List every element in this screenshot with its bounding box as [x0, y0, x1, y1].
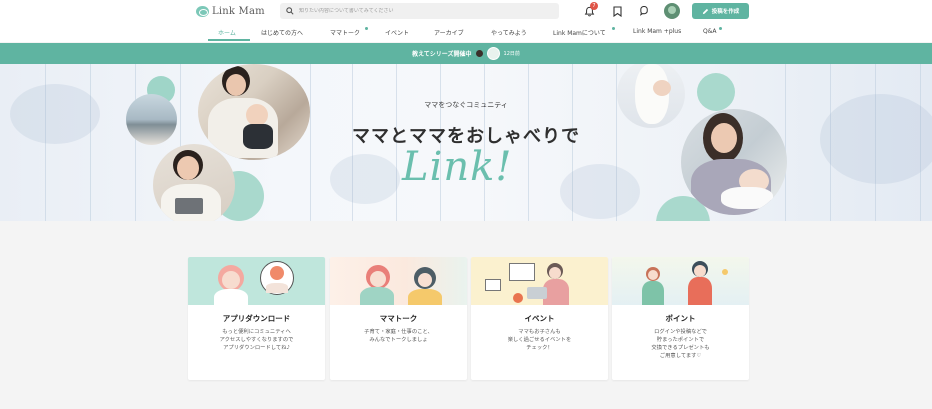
notification-button[interactable]: 7: [582, 2, 598, 18]
chat-icon: [639, 5, 648, 16]
pencil-icon: [702, 8, 708, 14]
logo-text: Link Mam: [212, 5, 265, 17]
card-description: もっと便利にコミュニティへ アクセスしやすくなりますので アプリダウンロードして…: [219, 329, 294, 351]
nav-item-try[interactable]: やってみよう: [491, 28, 527, 37]
nav-item-events[interactable]: イベント: [385, 28, 409, 37]
create-post-label: 投稿を作成: [711, 9, 740, 15]
bookmark-button[interactable]: [610, 4, 624, 18]
announcement-time: 12日前: [503, 51, 520, 57]
logo[interactable]: Link Mam: [196, 4, 265, 18]
announcement-emoji-icon: [475, 50, 483, 57]
card-points[interactable]: ポイント ログインや投稿などで 貯まったポイントで 交換できるプレゼントも ご用…: [612, 257, 749, 380]
announcement-avatar: [486, 47, 500, 60]
user-avatar[interactable]: [664, 3, 680, 19]
announcement-text: 教えてシリーズ開催中: [412, 51, 472, 58]
top-header: Link Mam 7 投稿を作成: [0, 0, 932, 22]
bookmark-icon: [612, 5, 622, 17]
nav-active-indicator: [208, 39, 250, 41]
hero-banner: ママをつなぐコミュニティ ママとママをおしゃべりで Link!: [0, 64, 932, 221]
hero-script-logo: Link!: [402, 144, 513, 190]
card-title: ママトーク: [379, 314, 418, 323]
hero-photo-woman-tablet: [153, 144, 235, 221]
search-icon: [286, 7, 294, 15]
card-illustration: [612, 257, 749, 305]
hero-photo-pregnant: [617, 64, 685, 128]
card-description: 子育て・家庭・仕事のこと、 みんなでトークしましょ: [364, 329, 433, 343]
card-description: ログインや投稿などで 貯まったポイントで 交換できるプレゼントも ご用意してます…: [651, 329, 710, 359]
nav-new-dot: [719, 27, 722, 30]
card-illustration: [330, 257, 467, 305]
nav-item-qa[interactable]: Q&A: [703, 28, 717, 35]
search-input[interactable]: [299, 8, 549, 14]
hero-subtitle: ママをつなぐコミュニティ: [424, 101, 508, 109]
nav-item-about[interactable]: Link Mamについて: [553, 28, 606, 37]
search-bar[interactable]: [280, 3, 559, 19]
nav-item-plus[interactable]: Link Mam +plus: [633, 28, 681, 35]
card-illustration: [471, 257, 608, 305]
card-event[interactable]: イベント ママもお子さんも 楽しく過ごせるイベントを チェック！: [471, 257, 608, 380]
nav-item-beginners[interactable]: はじめての方へ: [261, 28, 303, 37]
create-post-button[interactable]: 投稿を作成: [692, 3, 749, 19]
card-mama-talk[interactable]: ママトーク 子育て・家庭・仕事のこと、 みんなでトークしましょ: [330, 257, 467, 380]
card-app-download[interactable]: アプリダウンロード もっと便利にコミュニティへ アクセスしやすくなりますので ア…: [188, 257, 325, 380]
nav-new-dot: [612, 27, 615, 30]
card-title: イベント: [524, 314, 555, 323]
card-title: ポイント: [665, 314, 696, 323]
nav-new-dot: [365, 27, 368, 30]
message-button[interactable]: [637, 4, 651, 18]
card-description: ママもお子さんも 楽しく過ごせるイベントを チェック！: [507, 329, 572, 351]
card-illustration: [188, 257, 325, 305]
main-nav: ホーム はじめての方へ ママトーク イベント アーカイブ やってみよう Link…: [0, 22, 932, 42]
logo-mark-icon: [196, 5, 209, 17]
nav-item-mama-talk[interactable]: ママトーク: [330, 28, 360, 37]
nav-item-home[interactable]: ホーム: [218, 28, 236, 37]
card-title: アプリダウンロード: [222, 314, 291, 323]
announcement-bar[interactable]: 教えてシリーズ開催中 12日前: [0, 43, 932, 64]
nav-item-archive[interactable]: アーカイブ: [434, 28, 464, 37]
notification-badge: 7: [590, 2, 598, 10]
